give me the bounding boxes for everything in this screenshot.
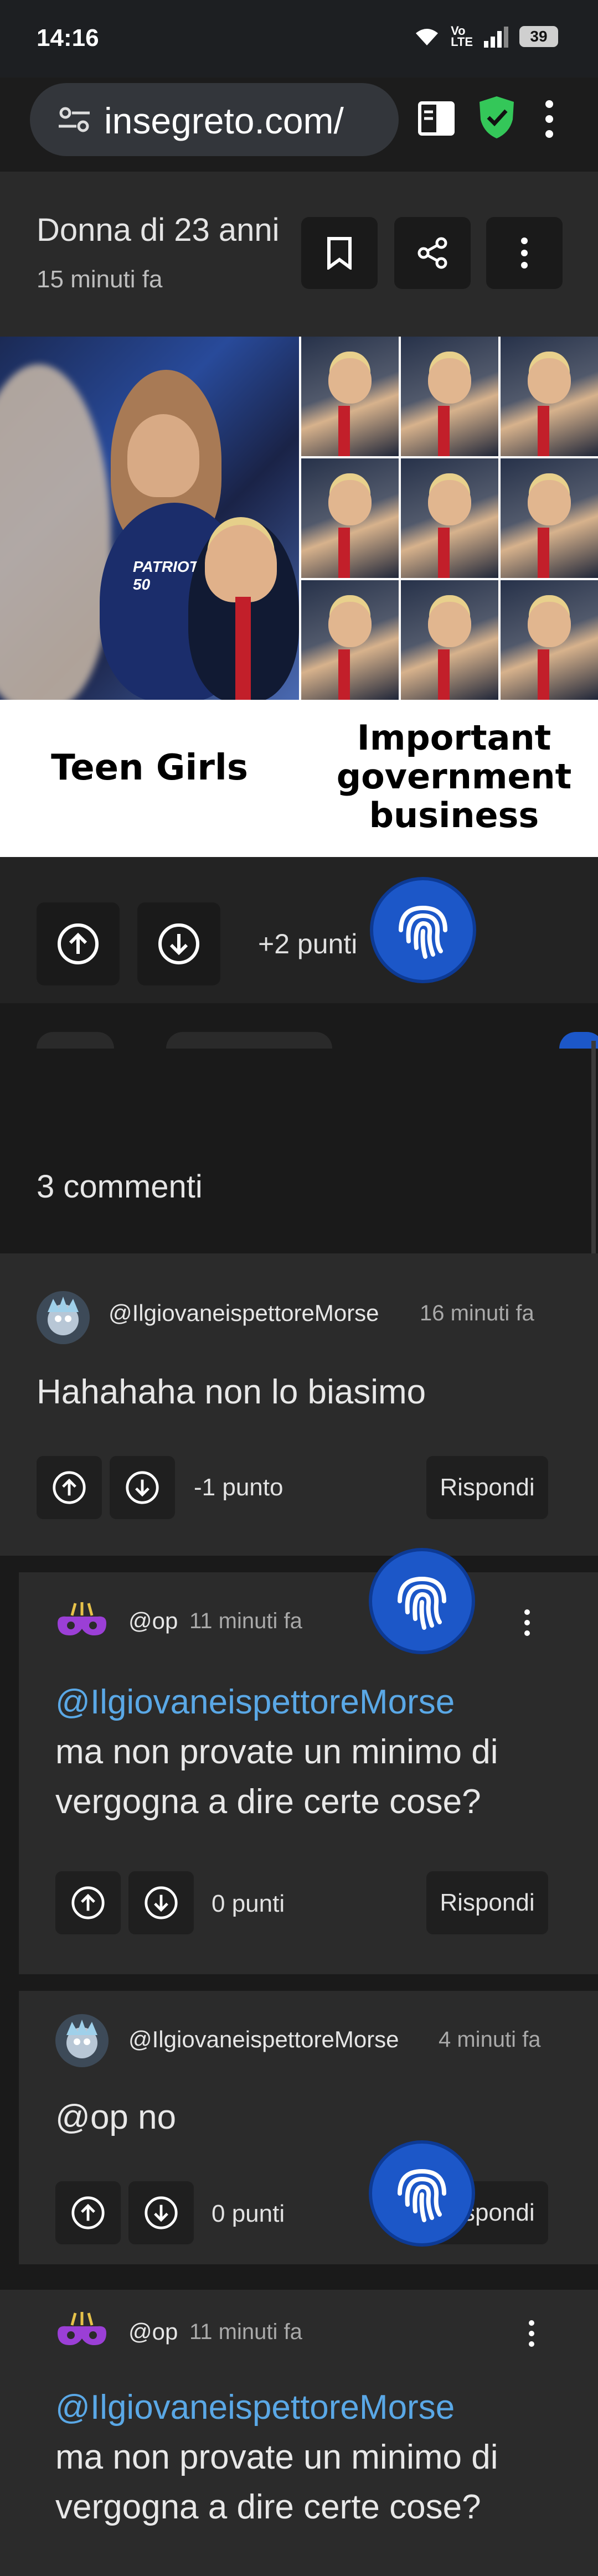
status-icons: Vo LTE 39 [413,25,558,48]
arrow-down-icon [145,2196,178,2229]
ghost-tab [37,1032,114,1049]
shield-check-icon[interactable] [476,94,517,141]
comment-username[interactable]: @IlgiovaneispettoreMorse [109,1300,379,1326]
upvote-button[interactable] [37,902,120,985]
url-text[interactable]: insegreto.com/ [104,100,392,142]
comment-username[interactable]: @IlgiovaneispettoreMorse [128,2026,399,2053]
comment-text: Hahahaha non lo biasimo [37,1373,426,1411]
comment-downvote-button[interactable] [128,2181,194,2244]
avatar-rick-icon [66,2020,97,2058]
status-time: 14:16 [37,24,99,51]
comment-upvote-button[interactable] [55,1871,121,1934]
comment-points: 0 punti [212,2200,285,2227]
ghost-tab [166,1032,332,1049]
comment-upvote-button[interactable] [55,2181,121,2244]
post-image[interactable]: PATRIOT 50 Teen Girls Important governme… [0,337,598,857]
comment-mention[interactable]: @IlgiovaneispettoreMorse [55,1677,576,1727]
divider [0,2264,598,2290]
meme-photo-grid [301,337,598,700]
divider [0,1556,598,1572]
thread-line [0,1572,19,2281]
comment-menu-icon[interactable] [527,2320,536,2347]
browser-menu-icon[interactable] [543,100,556,138]
avatar[interactable] [37,1291,90,1344]
address-bar[interactable]: insegreto.com/ [30,83,399,156]
arrow-up-icon [53,1471,86,1504]
comment-text: @IlgiovaneispettoreMorse ma non provate … [55,1677,576,1827]
comment-time: 16 minuti fa [420,1301,534,1325]
fingerprint-icon [398,1576,446,1630]
fingerprint-button[interactable] [369,1548,475,1654]
reply-button[interactable]: Rispondi [426,1871,548,1934]
post-time: 15 minuti fa [37,266,163,293]
site-settings-icon[interactable] [58,106,91,133]
comment-time: 11 minuti fa [189,2320,302,2344]
fingerprint-icon [398,2169,446,2222]
comment-downvote-button[interactable] [110,1456,175,1519]
comment-text-body: ma non provate un minimo di vergogna a d… [55,1733,498,1821]
comment-card-reply: @IlgiovaneispettoreMorse 4 minuti fa @op… [19,1991,598,2264]
comment-card: @IlgiovaneispettoreMorse 16 minuti fa Ha… [0,1253,598,1556]
comment-username[interactable]: @op [128,2319,178,2345]
post-header: Donna di 23 anni 15 minuti fa [0,172,598,338]
divider [19,1974,598,1991]
comment-upvote-button[interactable] [37,1456,102,1519]
comment-points: -1 punto [194,1474,283,1501]
post-menu-button[interactable] [486,217,563,289]
caption-left: Teen Girls [51,747,248,788]
avatar[interactable] [55,2306,109,2360]
wifi-icon [416,29,439,45]
bookmark-icon [327,237,352,270]
comment-card-reply: @op 11 minuti fa @IlgiovaneispettoreMors… [19,1572,598,1974]
comment-time: 11 minuti fa [189,1609,302,1633]
signal-icon [484,27,508,48]
arrow-down-icon [126,1471,159,1504]
comment-username[interactable]: @op [128,1608,178,1634]
more-vert-icon [521,238,528,269]
arrow-up-icon [71,2196,105,2229]
battery-icon: 39 [519,26,558,47]
comment-text-body: ma non provate un minimo di vergogna a d… [55,2438,498,2526]
avatar[interactable] [55,2014,109,2067]
arrow-up-icon [58,923,99,964]
comment-card: @op 11 minuti fa @IlgiovaneispettoreMors… [0,2290,598,2576]
comment-text: @op no [55,2098,177,2136]
post-points: +2 punti [258,928,358,959]
reply-button[interactable]: Rispondi [426,1456,548,1519]
comment-points: 0 punti [212,1890,285,1917]
share-icon [417,237,447,269]
fingerprint-button[interactable] [370,877,476,983]
comment-downvote-button[interactable] [128,1871,194,1934]
share-button[interactable] [394,217,471,289]
comments-count: 3 commenti [37,1169,203,1205]
status-bar: 14:16 Vo LTE 39 [0,0,598,78]
comment-mention[interactable]: @IlgiovaneispettoreMorse [55,2383,576,2433]
volte-icon: Vo LTE [451,24,473,49]
comment-time: 4 minuti fa [439,2027,541,2052]
downvote-button[interactable] [137,902,220,985]
bookmark-button[interactable] [301,217,378,289]
arrow-up-icon [71,1886,105,1919]
mask-icon [58,1602,106,1635]
mask-icon [58,2312,106,2345]
fingerprint-button[interactable] [369,2140,475,2247]
comment-text: @IlgiovaneispettoreMorse ma non provate … [55,2383,576,2532]
arrow-down-icon [158,923,199,964]
reader-mode-icon[interactable] [416,99,456,138]
arrow-down-icon [145,1886,178,1919]
caption-right: Important government business [336,717,572,835]
post-title: Donna di 23 anni [37,212,280,248]
comment-menu-icon[interactable] [523,1609,532,1637]
avatar[interactable] [55,1597,109,1650]
meme-photo-left: PATRIOT 50 [0,337,299,700]
fingerprint-icon [399,905,447,959]
avatar-rick-icon [48,1297,79,1335]
